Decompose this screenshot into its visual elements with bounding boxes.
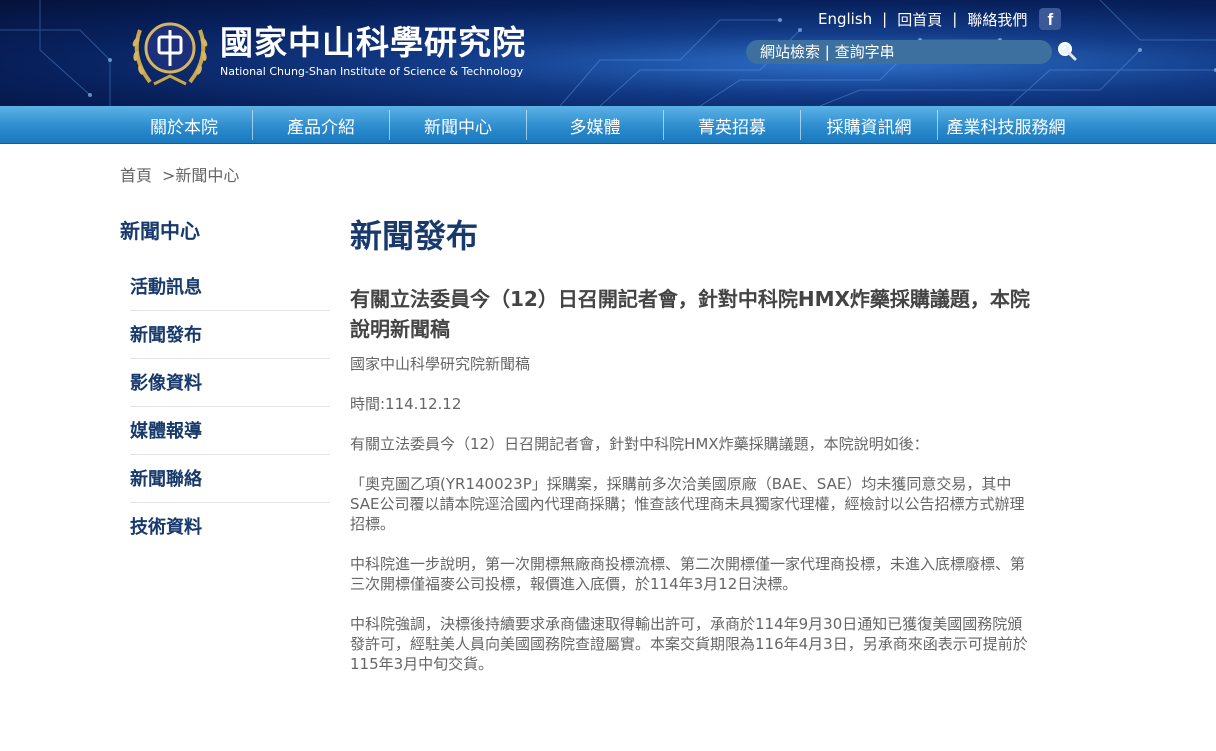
sidebar-item-press-contact[interactable]: 新聞聯絡: [130, 455, 330, 503]
article-paragraph: 中科院進一步說明，第一次開標無廠商投標流標、第二次開標僅一家代理商投標，未進入底…: [350, 555, 1026, 593]
article-body: 國家中山科學研究院新聞稿 時間:114.12.12 有關立法委員今（12）日召開…: [350, 354, 1030, 674]
article-paragraph: 「奧克圖乙項(YR140023P」採購案，採購前多次洽美國原廠（BAE、SAE）…: [350, 475, 1025, 533]
contact-link[interactable]: 聯絡我們: [967, 9, 1027, 30]
article-date: 時間:114.12.12: [350, 395, 462, 413]
search-input[interactable]: 網站檢索 | 查詢字串: [746, 40, 1052, 64]
breadcrumb-current[interactable]: >新聞中心: [162, 166, 239, 185]
sidebar-item-press-releases[interactable]: 新聞發布: [130, 311, 330, 359]
breadcrumb-home[interactable]: 首頁: [120, 166, 152, 185]
facebook-icon[interactable]: f: [1039, 8, 1062, 30]
nav-recruitment[interactable]: 菁英招募: [664, 106, 800, 143]
link-separator: |: [952, 10, 958, 28]
nav-multimedia[interactable]: 多媒體: [527, 106, 663, 143]
article-title: 有關立法委員今（12）日召開記者會，針對中科院HMX炸藥採購議題，本院說明新聞稿: [350, 287, 1030, 341]
article-paragraph: 中科院強調，決標後持續要求承商儘速取得輸出許可，承商於114年9月30日通知已獲…: [350, 615, 1028, 673]
top-links: English | 回首頁 | 聯絡我們 f: [818, 8, 1062, 30]
link-separator: |: [882, 10, 888, 28]
nav-about[interactable]: 關於本院: [116, 106, 252, 143]
institute-emblem-icon[interactable]: [126, 12, 214, 92]
search-icon[interactable]: [1057, 41, 1077, 61]
article-source: 國家中山科學研究院新聞稿: [350, 355, 531, 373]
sidebar-item-images[interactable]: 影像資料: [130, 359, 330, 407]
article-paragraph: 有關立法委員今（12）日召開記者會，針對中科院HMX炸藥採購議題，本院說明如後：: [350, 435, 929, 453]
main-content: 新聞發布 有關立法委員今（12）日召開記者會，針對中科院HMX炸藥採購議題，本院…: [350, 214, 1030, 694]
sidebar-item-technical-info[interactable]: 技術資料: [130, 503, 330, 550]
sidebar-title: 新聞中心: [120, 219, 200, 243]
main-nav: 關於本院 產品介紹 新聞中心 多媒體 菁英招募 採購資訊網 產業科技服務網: [0, 106, 1216, 144]
english-link[interactable]: English: [818, 10, 872, 28]
sidebar-item-activities[interactable]: 活動訊息: [130, 263, 330, 311]
nav-news-center[interactable]: 新聞中心: [390, 106, 526, 143]
sidebar-item-media-reports[interactable]: 媒體報導: [130, 407, 330, 455]
home-link[interactable]: 回首頁: [897, 9, 942, 30]
sidebar-menu: 活動訊息 新聞發布 影像資料 媒體報導 新聞聯絡 技術資料: [130, 263, 330, 550]
site-header: 國家中山科學研究院 National Chung-Shan Institute …: [0, 0, 1216, 106]
logo-english-name: National Chung-Shan Institute of Science…: [220, 65, 524, 78]
page-title: 新聞發布: [350, 217, 479, 255]
nav-procurement[interactable]: 採購資訊網: [801, 106, 937, 143]
breadcrumb: 首頁 >新聞中心: [120, 162, 239, 186]
nav-products[interactable]: 產品介紹: [253, 106, 389, 143]
nav-industry-services[interactable]: 產業科技服務網: [938, 106, 1074, 143]
logo-chinese-name[interactable]: 國家中山科學研究院: [220, 16, 526, 64]
